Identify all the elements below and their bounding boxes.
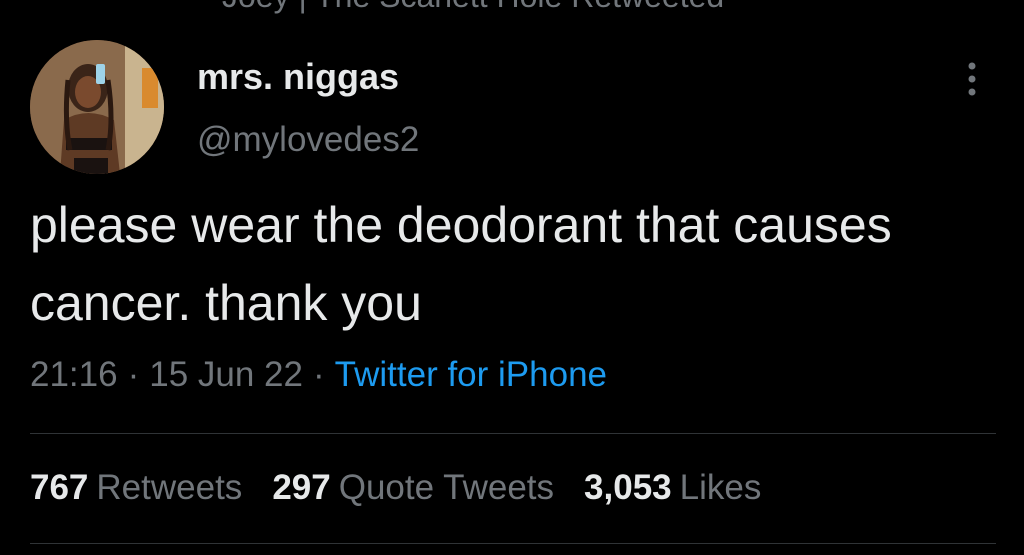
retweets-count: 767 — [30, 468, 89, 507]
engagement-stats: 767 Retweets 297 Quote Tweets 3,053 Likes — [30, 468, 791, 508]
likes-stat[interactable]: 3,053 Likes — [584, 468, 761, 507]
avatar[interactable] — [30, 40, 164, 174]
retweets-label: Retweets — [96, 468, 243, 507]
likes-label: Likes — [679, 468, 762, 507]
tweet-time[interactable]: 21:16 — [30, 355, 118, 394]
more-options-button[interactable] — [958, 58, 986, 102]
retweet-context-line: Joey | The Scarlett Hole Retweeted — [222, 0, 724, 15]
user-handle[interactable]: @mylovedes2 — [197, 120, 419, 160]
meta-separator: · — [313, 355, 325, 394]
display-name[interactable]: mrs. niggas — [197, 56, 399, 98]
tweet-date[interactable]: 15 Jun 22 — [149, 355, 303, 394]
meta-separator: · — [127, 355, 140, 394]
divider — [30, 543, 996, 544]
likes-count: 3,053 — [584, 468, 672, 507]
divider — [30, 433, 996, 434]
quote-tweets-stat[interactable]: 297 Quote Tweets — [272, 468, 554, 507]
tweet-text: please wear the deodorant that causes ca… — [30, 197, 892, 331]
profile-photo-icon — [30, 40, 164, 174]
quote-tweets-count: 297 — [272, 468, 331, 507]
tweet-meta: 21:16 · 15 Jun 22 · Twitter for iPhone — [30, 355, 607, 395]
retweets-stat[interactable]: 767 Retweets — [30, 468, 242, 507]
more-vertical-icon — [968, 62, 976, 96]
tweet-source-link[interactable]: Twitter for iPhone — [335, 355, 607, 394]
quote-tweets-label: Quote Tweets — [338, 468, 555, 507]
